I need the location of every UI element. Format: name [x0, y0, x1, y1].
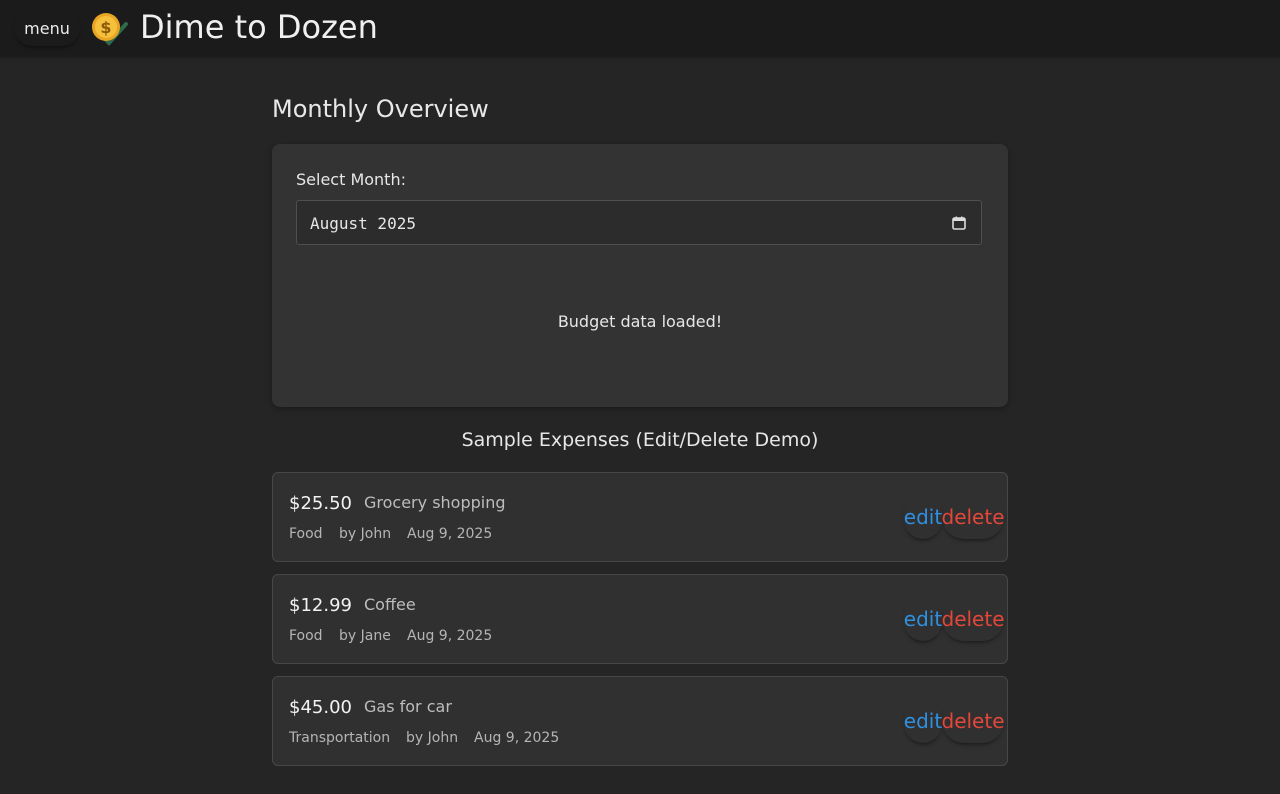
- expense-category: Transportation: [289, 730, 391, 746]
- app-title: Dime to Dozen: [140, 8, 378, 46]
- expense-item: $45.00 Gas for car Transportation by Joh…: [272, 676, 1008, 766]
- expense-amount: $45.00: [289, 697, 352, 718]
- expense-author: by John: [339, 526, 392, 542]
- menu-button[interactable]: menu: [14, 10, 80, 46]
- expense-category: Food: [289, 526, 323, 542]
- edit-button[interactable]: edit: [904, 699, 942, 743]
- expense-description: Grocery shopping: [364, 493, 506, 512]
- month-overview-card: Select Month: August 2025 Budget data lo…: [272, 144, 1008, 407]
- delete-button[interactable]: delete: [942, 699, 1005, 743]
- status-message: Budget data loaded!: [557, 312, 723, 331]
- top-app-bar: menu $ Dime to Dozen: [0, 0, 1280, 56]
- expense-category: Food: [289, 628, 323, 644]
- delete-button[interactable]: delete: [942, 495, 1005, 539]
- month-picker-input[interactable]: August 2025: [296, 200, 982, 245]
- expense-description: Gas for car: [364, 697, 452, 716]
- delete-button[interactable]: delete: [942, 597, 1005, 641]
- expense-amount: $12.99: [289, 595, 352, 616]
- expenses-heading: Sample Expenses (Edit/Delete Demo): [461, 429, 819, 451]
- select-month-label: Select Month:: [296, 170, 406, 189]
- edit-button[interactable]: edit: [904, 495, 942, 539]
- coin-check-icon: $: [92, 13, 128, 46]
- calendar-icon[interactable]: [952, 216, 966, 230]
- expense-author: by John: [406, 730, 459, 746]
- expense-description: Coffee: [364, 595, 416, 614]
- month-picker-value: August 2025: [310, 214, 416, 233]
- edit-button[interactable]: edit: [904, 597, 942, 641]
- expense-item: $25.50 Grocery shopping Food by John Aug…: [272, 472, 1008, 562]
- expense-item: $12.99 Coffee Food by Jane Aug 9, 2025 e…: [272, 574, 1008, 664]
- expense-amount: $25.50: [289, 493, 352, 514]
- svg-text:$: $: [100, 18, 111, 37]
- expense-date: Aug 9, 2025: [407, 526, 493, 542]
- expense-author: by Jane: [339, 628, 391, 644]
- expense-date: Aug 9, 2025: [474, 730, 560, 746]
- page-title: Monthly Overview: [272, 95, 489, 123]
- expense-date: Aug 9, 2025: [407, 628, 493, 644]
